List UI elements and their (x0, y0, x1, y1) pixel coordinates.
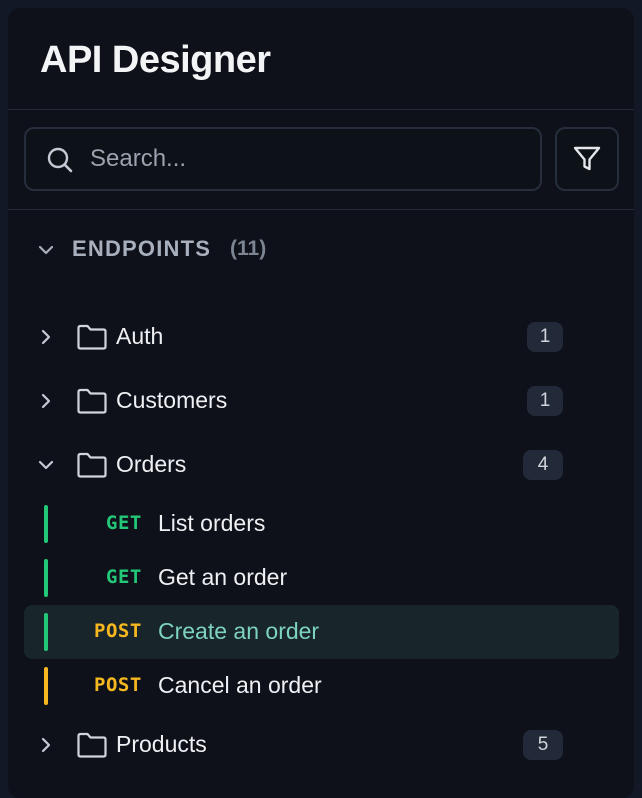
endpoint-cancel-an-order[interactable]: POST Cancel an order (24, 659, 619, 713)
folder-label: Auth (116, 323, 164, 349)
folder-icon (77, 732, 107, 758)
chevron-down-icon (38, 460, 54, 470)
endpoint-label: Get an order (158, 564, 288, 590)
filter-button[interactable] (555, 127, 619, 191)
count-badge: 5 (523, 730, 563, 760)
folder-customers[interactable]: Customers 1 (24, 374, 619, 428)
method-indicator (44, 505, 48, 543)
search-box[interactable] (24, 127, 542, 191)
search-icon (47, 147, 73, 173)
method-indicator (44, 559, 48, 597)
chevron-right-icon (41, 737, 51, 753)
chevron-right-icon (41, 393, 51, 409)
folder-orders[interactable]: Orders 4 (24, 438, 619, 492)
folder-icon (77, 452, 107, 478)
search-input[interactable] (90, 139, 520, 179)
count-badge: 1 (527, 386, 563, 416)
folder-label: Customers (116, 387, 228, 413)
sidebar-header: API Designer (8, 8, 634, 110)
sidebar-panel: API Designer ENDPOINTS (11) Aut (8, 8, 634, 798)
folder-icon (77, 388, 107, 414)
endpoint-label: List orders (158, 510, 266, 536)
folder-icon (77, 324, 107, 350)
count-badge: 4 (523, 450, 563, 480)
chevron-down-icon (38, 245, 54, 255)
endpoint-get-an-order[interactable]: GET Get an order (24, 551, 619, 605)
folder-label: Products (116, 731, 207, 757)
section-count: (11) (230, 237, 267, 260)
method-badge: GET (106, 566, 142, 588)
method-badge: POST (94, 620, 142, 642)
folder-label: Orders (116, 451, 187, 477)
search-row (8, 110, 634, 210)
method-indicator (44, 667, 48, 705)
section-title: ENDPOINTS (72, 236, 212, 261)
filter-icon (573, 146, 601, 171)
app-title: API Designer (40, 39, 271, 81)
method-badge: POST (94, 674, 142, 696)
folder-products[interactable]: Products 5 (24, 718, 619, 772)
endpoints-section-header[interactable]: ENDPOINTS (11) (8, 230, 634, 270)
endpoint-list-orders[interactable]: GET List orders (24, 497, 619, 551)
chevron-right-icon (41, 329, 51, 345)
endpoint-label: Cancel an order (158, 672, 322, 698)
endpoint-create-an-order[interactable]: POST Create an order (24, 605, 619, 659)
endpoint-label: Create an order (158, 618, 320, 644)
folder-auth[interactable]: Auth 1 (24, 310, 619, 364)
method-badge: GET (106, 512, 142, 534)
method-indicator (44, 613, 48, 651)
count-badge: 1 (527, 322, 563, 352)
